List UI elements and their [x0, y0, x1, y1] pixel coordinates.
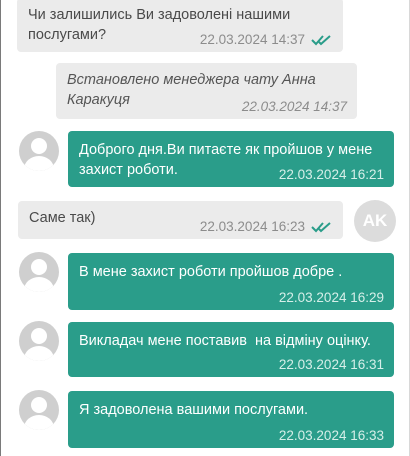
window-border-left — [0, 0, 1, 456]
message-timestamp: 22.03.2024 14:37 — [241, 99, 347, 114]
outgoing-message: Саме так) 22.03.2024 16:23 — [18, 201, 343, 239]
double-check-icon — [311, 222, 331, 233]
user-avatar-icon — [19, 252, 59, 292]
message-timestamp: 22.03.2024 14:37 — [200, 32, 333, 48]
double-check-icon — [311, 35, 331, 46]
user-avatar-icon — [19, 321, 59, 361]
incoming-message: В мене захист роботи пройшов добре . 22.… — [68, 253, 394, 310]
message-text: Викладач мене поставив на відміну оцінку… — [79, 333, 371, 349]
user-avatar-icon — [19, 131, 59, 171]
message-text: Я задоволена вашими послугами. — [79, 402, 309, 418]
system-message-manager-assigned: Встановлено менеджера чату Анна Каракуця… — [56, 63, 357, 119]
message-timestamp: 22.03.2024 16:31 — [278, 357, 384, 372]
incoming-message: Викладач мене поставив на відміну оцінку… — [68, 322, 394, 377]
user-avatar-icon — [19, 390, 59, 430]
incoming-message: Я задоволена вашими послугами. 22.03.202… — [68, 391, 394, 448]
message-timestamp: 22.03.2024 16:29 — [278, 290, 384, 305]
message-timestamp: 22.03.2024 16:21 — [278, 167, 384, 182]
incoming-message: Доброго дня.Ви питаєте як пройшов у мене… — [68, 131, 394, 187]
message-timestamp: 22.03.2024 16:23 — [200, 219, 333, 235]
manager-avatar: AK — [354, 200, 396, 242]
outgoing-message: Чи залишились Ви задоволені нашими послу… — [17, 0, 343, 52]
message-timestamp: 22.03.2024 16:33 — [278, 428, 384, 443]
message-text: В мене захист роботи пройшов добре . — [79, 264, 343, 280]
